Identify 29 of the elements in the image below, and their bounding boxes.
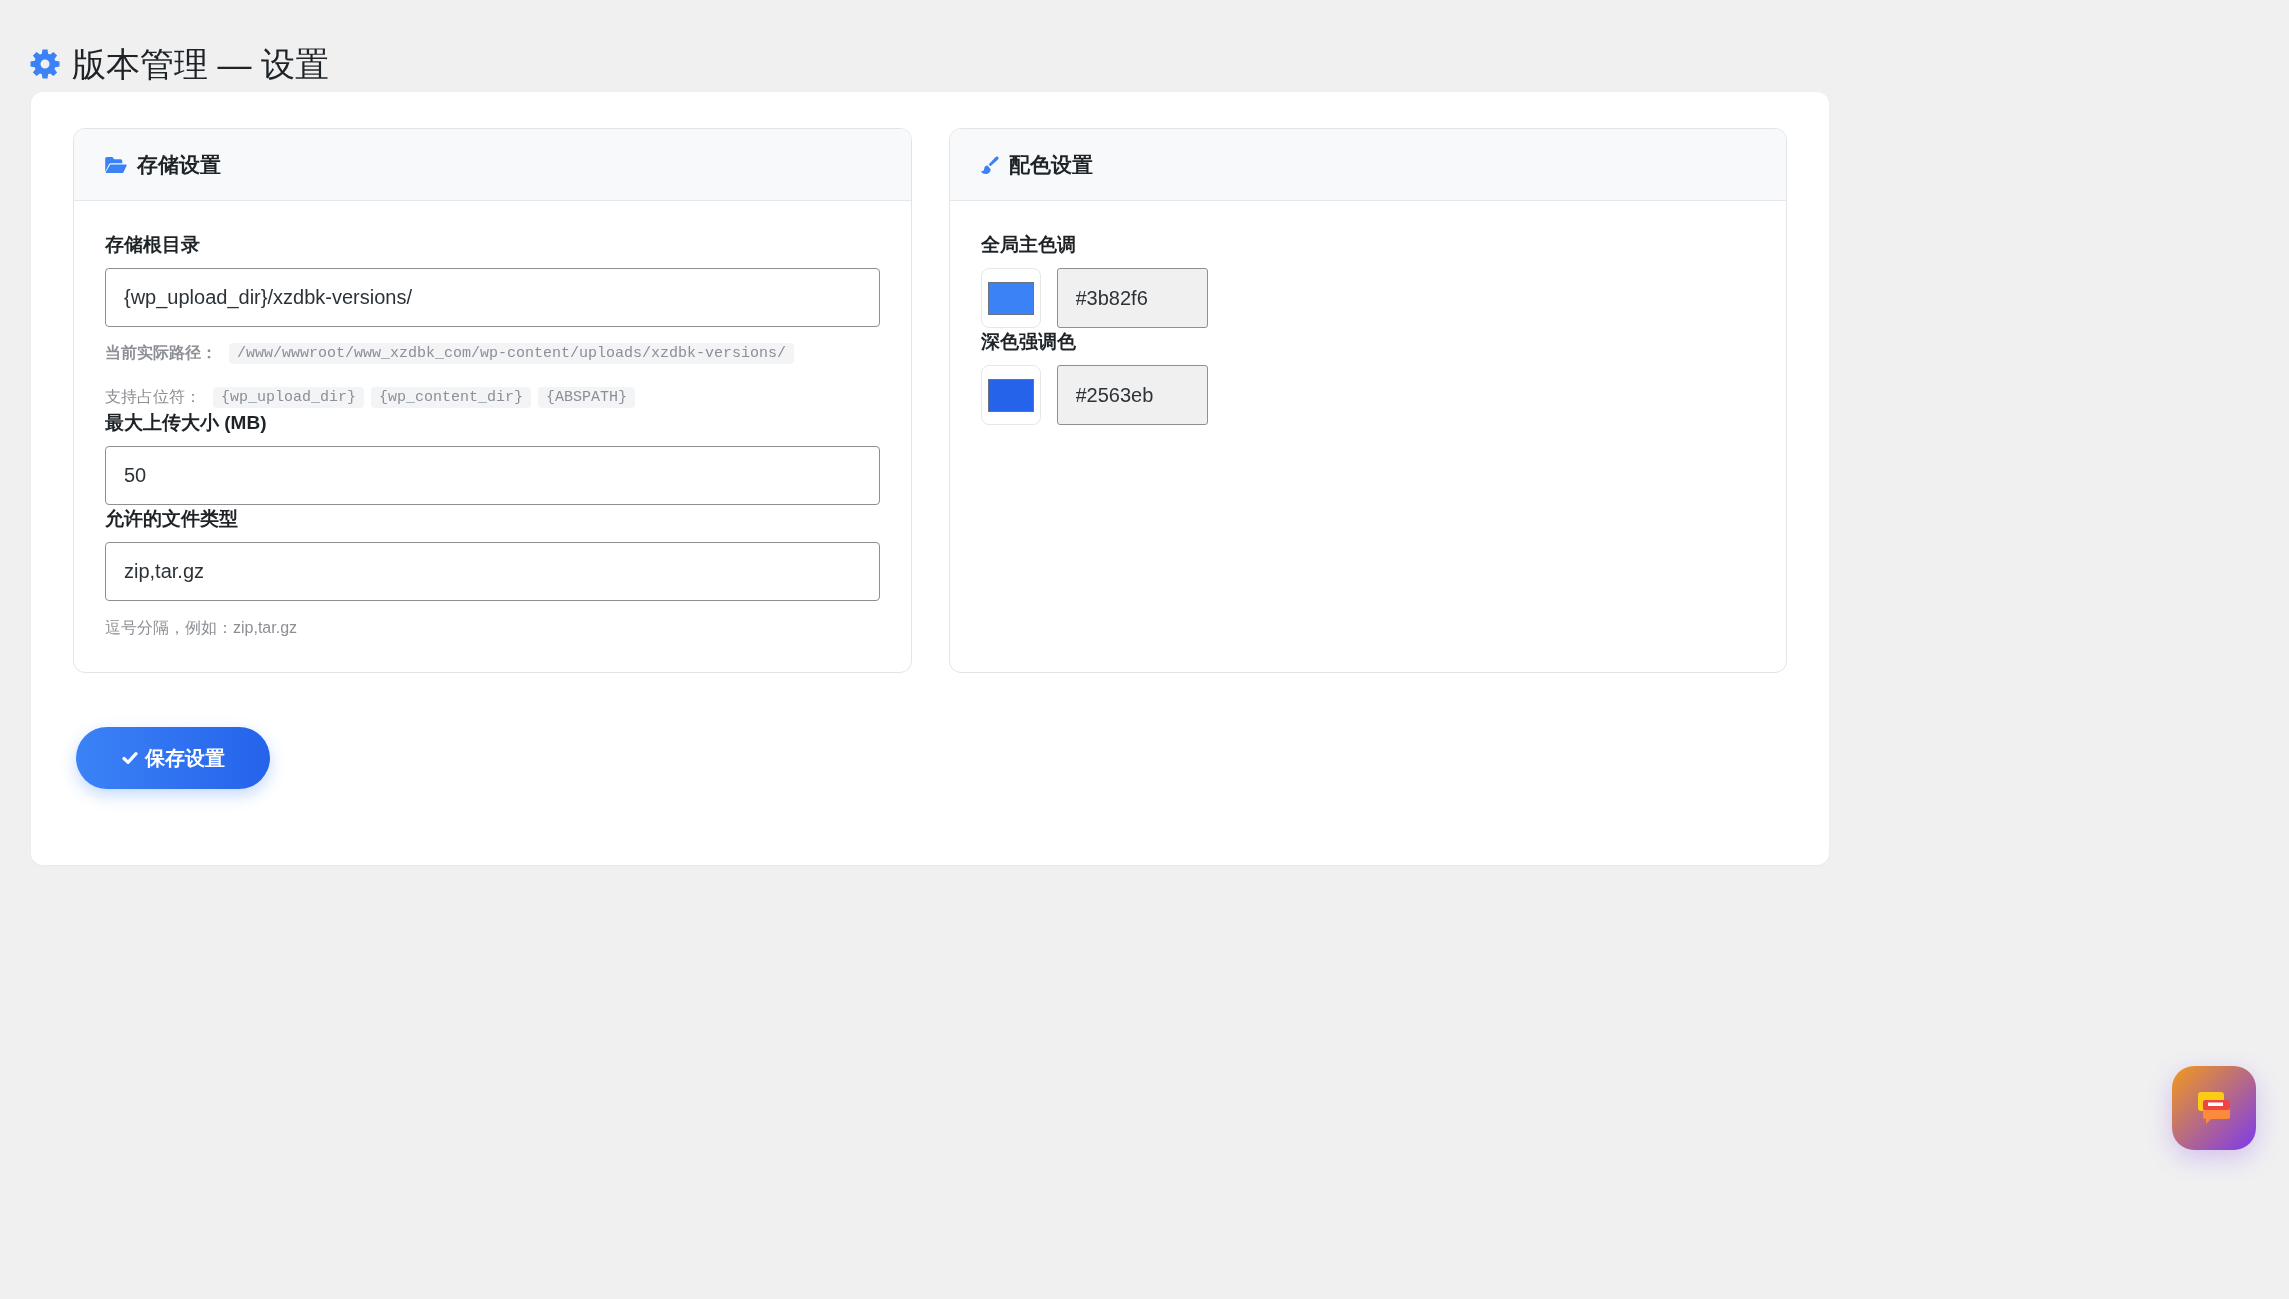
- field-hint: 逗号分隔，例如：zip,tar.gz: [105, 618, 299, 638]
- hex-input[interactable]: #3b82f6: [1056, 268, 1208, 328]
- chat-button[interactable]: [2172, 1066, 2256, 1150]
- field-label: 全局主色调: [980, 233, 1077, 257]
- paintbrush-icon: [980, 155, 999, 174]
- save-button[interactable]: 保存设置: [76, 727, 270, 789]
- settings-icon: [30, 49, 60, 79]
- panel-title: 存储设置: [137, 151, 221, 178]
- note-label: 支持占位符：: [105, 387, 201, 407]
- field-label: 允许的文件类型: [105, 507, 239, 531]
- field-label: 深色强调色: [980, 330, 1077, 354]
- code-snippet: {ABSPATH}: [538, 386, 636, 408]
- note-label: 当前实际路径：: [105, 343, 217, 363]
- hex-input[interactable]: #2563eb: [1056, 365, 1208, 425]
- page-title: 版本管理 — 设置: [72, 44, 329, 85]
- field-label: 最大上传大小 (MB): [105, 411, 268, 435]
- color-picker[interactable]: [980, 365, 1041, 425]
- check-icon: [121, 751, 138, 765]
- chat-bubbles-icon: [2198, 1092, 2230, 1124]
- code-snippet: /www/wwwroot/www_xzdbk_com/wp-content/uploads/xzdbk-versions/: [229, 342, 795, 364]
- text-input[interactable]: 50: [105, 446, 880, 505]
- code-snippet: {wp_upload_dir}: [213, 386, 365, 408]
- text-input[interactable]: zip,tar.gz: [105, 542, 880, 601]
- field-label: 存储根目录: [105, 233, 201, 257]
- text-input[interactable]: {wp_upload_dir}/xzdbk-versions/: [105, 268, 880, 327]
- panel-title: 配色设置: [1008, 151, 1093, 178]
- code-snippet: {wp_content_dir}: [371, 386, 532, 408]
- folder-icon: [105, 155, 127, 174]
- color-picker[interactable]: [980, 268, 1041, 328]
